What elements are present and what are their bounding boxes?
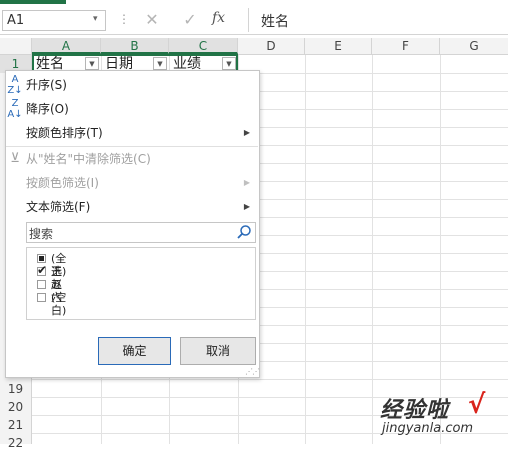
search-placeholder: 搜索	[29, 227, 54, 241]
select-all-corner[interactable]	[0, 38, 32, 54]
row-header-19[interactable]: 19	[0, 380, 31, 398]
name-box-value: A1	[7, 13, 25, 28]
menu-label: 文本筛选(F)	[26, 200, 91, 214]
watermark-text: 经验啦	[380, 398, 450, 423]
menu-label: 降序(O)	[26, 102, 69, 116]
check-icon: ✔	[37, 263, 48, 277]
filter-values-list: (全选) ✔ 王五 赵六 (空白)	[26, 247, 256, 320]
checked-checkbox[interactable]: ✔	[37, 263, 48, 277]
menu-sort-ascending[interactable]: A Z↓ 升序(S)	[6, 74, 258, 96]
menu-sort-by-color[interactable]: 按颜色排序(T) ▶	[6, 122, 258, 144]
column-headers: A B C D E F G	[0, 38, 508, 55]
row-header-20[interactable]: 20	[0, 398, 31, 416]
row-header-21[interactable]: 21	[0, 416, 31, 434]
chevron-right-icon: ▶	[243, 202, 250, 211]
menu-label: 按颜色排序(T)	[26, 126, 103, 140]
chevron-right-icon: ▶	[243, 128, 250, 137]
grid-line	[32, 379, 508, 380]
formula-input[interactable]: 姓名	[248, 8, 507, 32]
watermark-url: jingyanla.com	[382, 421, 474, 436]
formula-bar: A1 ▾ ⋮ ✕ ✓ fx 姓名	[0, 8, 508, 35]
watermark-check: √	[468, 390, 486, 420]
menu-label: 升序(S)	[26, 78, 67, 92]
column-header-d[interactable]: D	[238, 38, 305, 54]
filter-search-input[interactable]: 搜索	[26, 222, 256, 243]
grid-line	[372, 55, 373, 444]
unchecked-checkbox[interactable]	[37, 293, 46, 302]
column-header-g[interactable]: G	[440, 38, 508, 54]
column-header-c[interactable]: C	[169, 38, 238, 54]
insert-function-button[interactable]: fx	[212, 10, 225, 26]
cancel-button[interactable]: 取消	[180, 337, 256, 365]
column-header-b[interactable]: B	[101, 38, 169, 54]
ribbon-strip	[0, 0, 508, 6]
clear-filter-icon: ⊻	[10, 151, 20, 166]
menu-sort-descending[interactable]: Z A↓ 降序(O)	[6, 98, 258, 120]
row-header-22[interactable]: 22	[0, 434, 31, 452]
menu-label: 从"姓名"中清除筛选(C)	[26, 152, 151, 166]
partial-checkbox[interactable]	[37, 254, 46, 263]
formula-value: 姓名	[261, 14, 289, 30]
column-header-e[interactable]: E	[305, 38, 372, 54]
ribbon-accent-bar	[0, 0, 66, 4]
chevron-right-icon: ▶	[243, 178, 250, 187]
resize-grip-icon[interactable]: ⋰⋰	[245, 367, 260, 376]
watermark: 经验啦 √ jingyanla.com	[380, 390, 505, 442]
grid-line	[305, 55, 306, 444]
filter-menu: A Z↓ 升序(S) Z A↓ 降序(O) 按颜色排序(T) ▶ ⊻ 从"姓名"中清…	[5, 70, 260, 378]
menu-text-filters[interactable]: 文本筛选(F) ▶	[6, 196, 258, 218]
value-label: (空白)	[51, 291, 67, 317]
menu-separator	[6, 146, 258, 147]
column-header-f[interactable]: F	[372, 38, 440, 54]
sort-descending-icon: Z A↓	[7, 98, 23, 120]
menu-clear-filter[interactable]: ⊻ 从"姓名"中清除筛选(C)	[6, 148, 258, 170]
menu-filter-by-color[interactable]: 按颜色筛选(I) ▶	[6, 172, 258, 194]
grid-line	[440, 55, 441, 444]
unchecked-checkbox[interactable]	[37, 280, 46, 289]
search-icon	[237, 225, 251, 239]
cancel-entry-icon[interactable]: ✕	[138, 9, 166, 31]
ok-button[interactable]: 确定	[98, 337, 171, 365]
confirm-entry-icon[interactable]: ✓	[176, 9, 204, 31]
column-header-a[interactable]: A	[32, 38, 101, 54]
name-box[interactable]: A1 ▾	[2, 10, 106, 31]
more-options-icon: ⋮	[118, 12, 130, 26]
sort-ascending-icon: A Z↓	[7, 74, 23, 96]
chevron-down-icon[interactable]: ▾	[93, 14, 98, 24]
menu-label: 按颜色筛选(I)	[26, 176, 99, 190]
